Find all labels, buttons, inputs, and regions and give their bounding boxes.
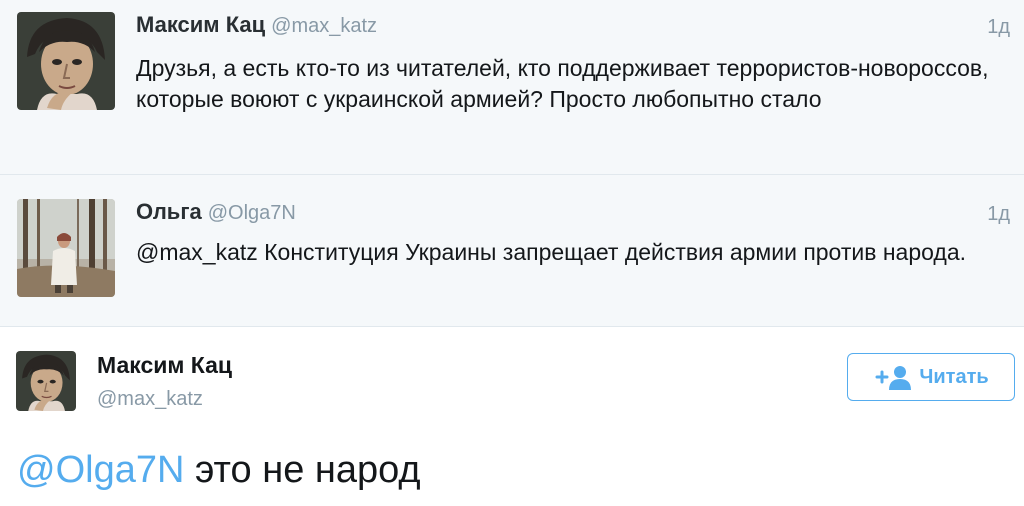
tweet-text: Друзья, а есть кто-то из читателей, кто … (136, 55, 989, 112)
main-tweet: Максим Кац @max_katz Читать @Olga7N это … (0, 327, 1024, 506)
tweet-text: @max_katz Конституция Украины запрещает … (136, 239, 967, 265)
author-name-text: Максим Кац (136, 12, 266, 37)
reply-tweet[interactable]: Ольга @Olga7N 1д @max_katz Конституция Ук… (0, 175, 1024, 327)
add-user-icon (873, 364, 912, 390)
avatar-image (17, 199, 115, 297)
author-name[interactable]: Максим Кац (97, 352, 232, 379)
avatar-image (16, 351, 76, 411)
author-handle: @Olga7N (207, 202, 296, 224)
author-name-text: Ольга (136, 199, 202, 224)
avatar[interactable] (17, 199, 115, 297)
author-name[interactable]: Ольга @Olga7N (136, 199, 296, 225)
mention-link[interactable]: @Olga7N (17, 449, 184, 491)
avatar[interactable] (16, 351, 76, 411)
avatar[interactable] (17, 12, 115, 110)
avatar-image (17, 12, 115, 110)
tweet-time: 1д (987, 16, 1010, 38)
author-name[interactable]: Максим Кац @max_katz (136, 12, 377, 38)
author-handle[interactable]: @max_katz (97, 388, 203, 411)
main-tweet-body: это не народ (184, 449, 421, 491)
author-handle: @max_katz (271, 15, 378, 37)
main-tweet-text: @Olga7N это не народ (17, 448, 421, 492)
follow-button-label: Читать (919, 365, 989, 388)
reply-tweet[interactable]: Максим Кац @max_katz 1д Друзья, а есть кт… (0, 0, 1024, 175)
follow-button[interactable]: Читать (847, 353, 1015, 401)
tweet-time: 1д (987, 203, 1010, 225)
